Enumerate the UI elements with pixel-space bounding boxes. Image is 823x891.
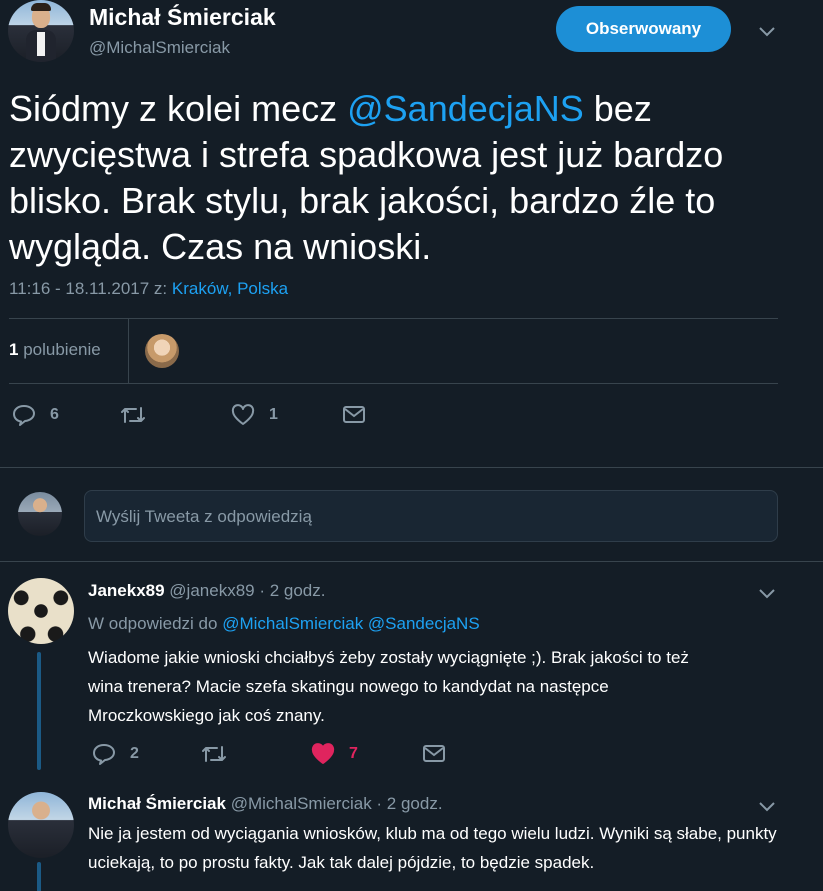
reply-meta: @janekx89 · 2 godz. — [164, 581, 326, 600]
likes-summary[interactable]: 1 polubienie — [9, 340, 101, 360]
like-button[interactable]: 7 — [311, 743, 358, 765]
heart-icon — [311, 743, 335, 765]
mail-icon — [422, 743, 446, 765]
author-avatar[interactable] — [8, 0, 74, 62]
mail-icon — [342, 404, 366, 426]
direct-message-button[interactable] — [422, 743, 446, 765]
retweet-icon — [201, 743, 227, 765]
like-count: 1 — [269, 406, 278, 423]
reply-text: Nie ja jestem od wyciągania wniosków, kl… — [88, 824, 777, 872]
tweet-timestamp: 11:16 - 18.11.2017 z: Kraków, Polska — [9, 279, 289, 298]
current-user-avatar — [18, 492, 62, 536]
reply-meta: @MichalSmierciak · 2 godz. — [225, 794, 443, 813]
retweet-icon — [120, 404, 146, 426]
reply-icon — [12, 404, 36, 426]
mention-link[interactable]: @SandecjaNS — [347, 88, 584, 129]
tweet-detail-page: Michał Śmierciak @MichalSmierciak Obserw… — [0, 0, 823, 891]
location-link[interactable]: Kraków, Polska — [172, 279, 288, 298]
divider — [9, 383, 778, 384]
reply-author[interactable]: Janekx89 @janekx89 · 2 godz. — [88, 581, 325, 601]
divider — [9, 318, 778, 319]
like-button[interactable]: 1 — [231, 404, 278, 426]
divider — [128, 318, 129, 383]
reply-count: 2 — [130, 745, 139, 762]
divider — [0, 561, 823, 562]
reply-author-avatar[interactable] — [8, 578, 74, 644]
tweet-text: Siódmy z kolei mecz @SandecjaNS bez zwyc… — [9, 88, 724, 267]
reply-button[interactable]: 2 — [92, 743, 139, 765]
author-name[interactable]: Michał Śmierciak — [89, 4, 276, 31]
divider — [0, 467, 823, 468]
reply-author-avatar[interactable] — [8, 792, 74, 858]
thread-line — [37, 652, 41, 770]
chevron-down-icon[interactable] — [758, 584, 776, 602]
retweet-button[interactable] — [201, 743, 227, 765]
reply-count: 6 — [50, 406, 59, 423]
chevron-down-icon[interactable] — [758, 22, 776, 40]
direct-message-button[interactable] — [342, 404, 366, 426]
reply-icon — [92, 743, 116, 765]
in-reply-to: W odpowiedzi do @MichalSmierciak @Sandec… — [88, 614, 480, 633]
reply-author[interactable]: Michał Śmierciak @MichalSmierciak · 2 go… — [88, 794, 443, 814]
liker-avatar[interactable] — [145, 334, 179, 368]
reply-input[interactable]: Wyślij Tweeta z odpowiedzią — [84, 490, 778, 542]
author-handle[interactable]: @MichalSmierciak — [89, 38, 230, 58]
retweet-button[interactable] — [120, 404, 146, 426]
thread-line — [37, 862, 41, 891]
following-button[interactable]: Obserwowany — [556, 6, 731, 52]
in-reply-mentions[interactable]: @MichalSmierciak @SandecjaNS — [222, 614, 480, 633]
reply-text: Wiadome jakie wnioski chciałbyś żeby zos… — [88, 648, 689, 725]
like-count: 7 — [349, 745, 358, 762]
chevron-down-icon[interactable] — [758, 797, 776, 815]
heart-icon — [231, 404, 255, 426]
reply-button[interactable]: 6 — [12, 404, 59, 426]
